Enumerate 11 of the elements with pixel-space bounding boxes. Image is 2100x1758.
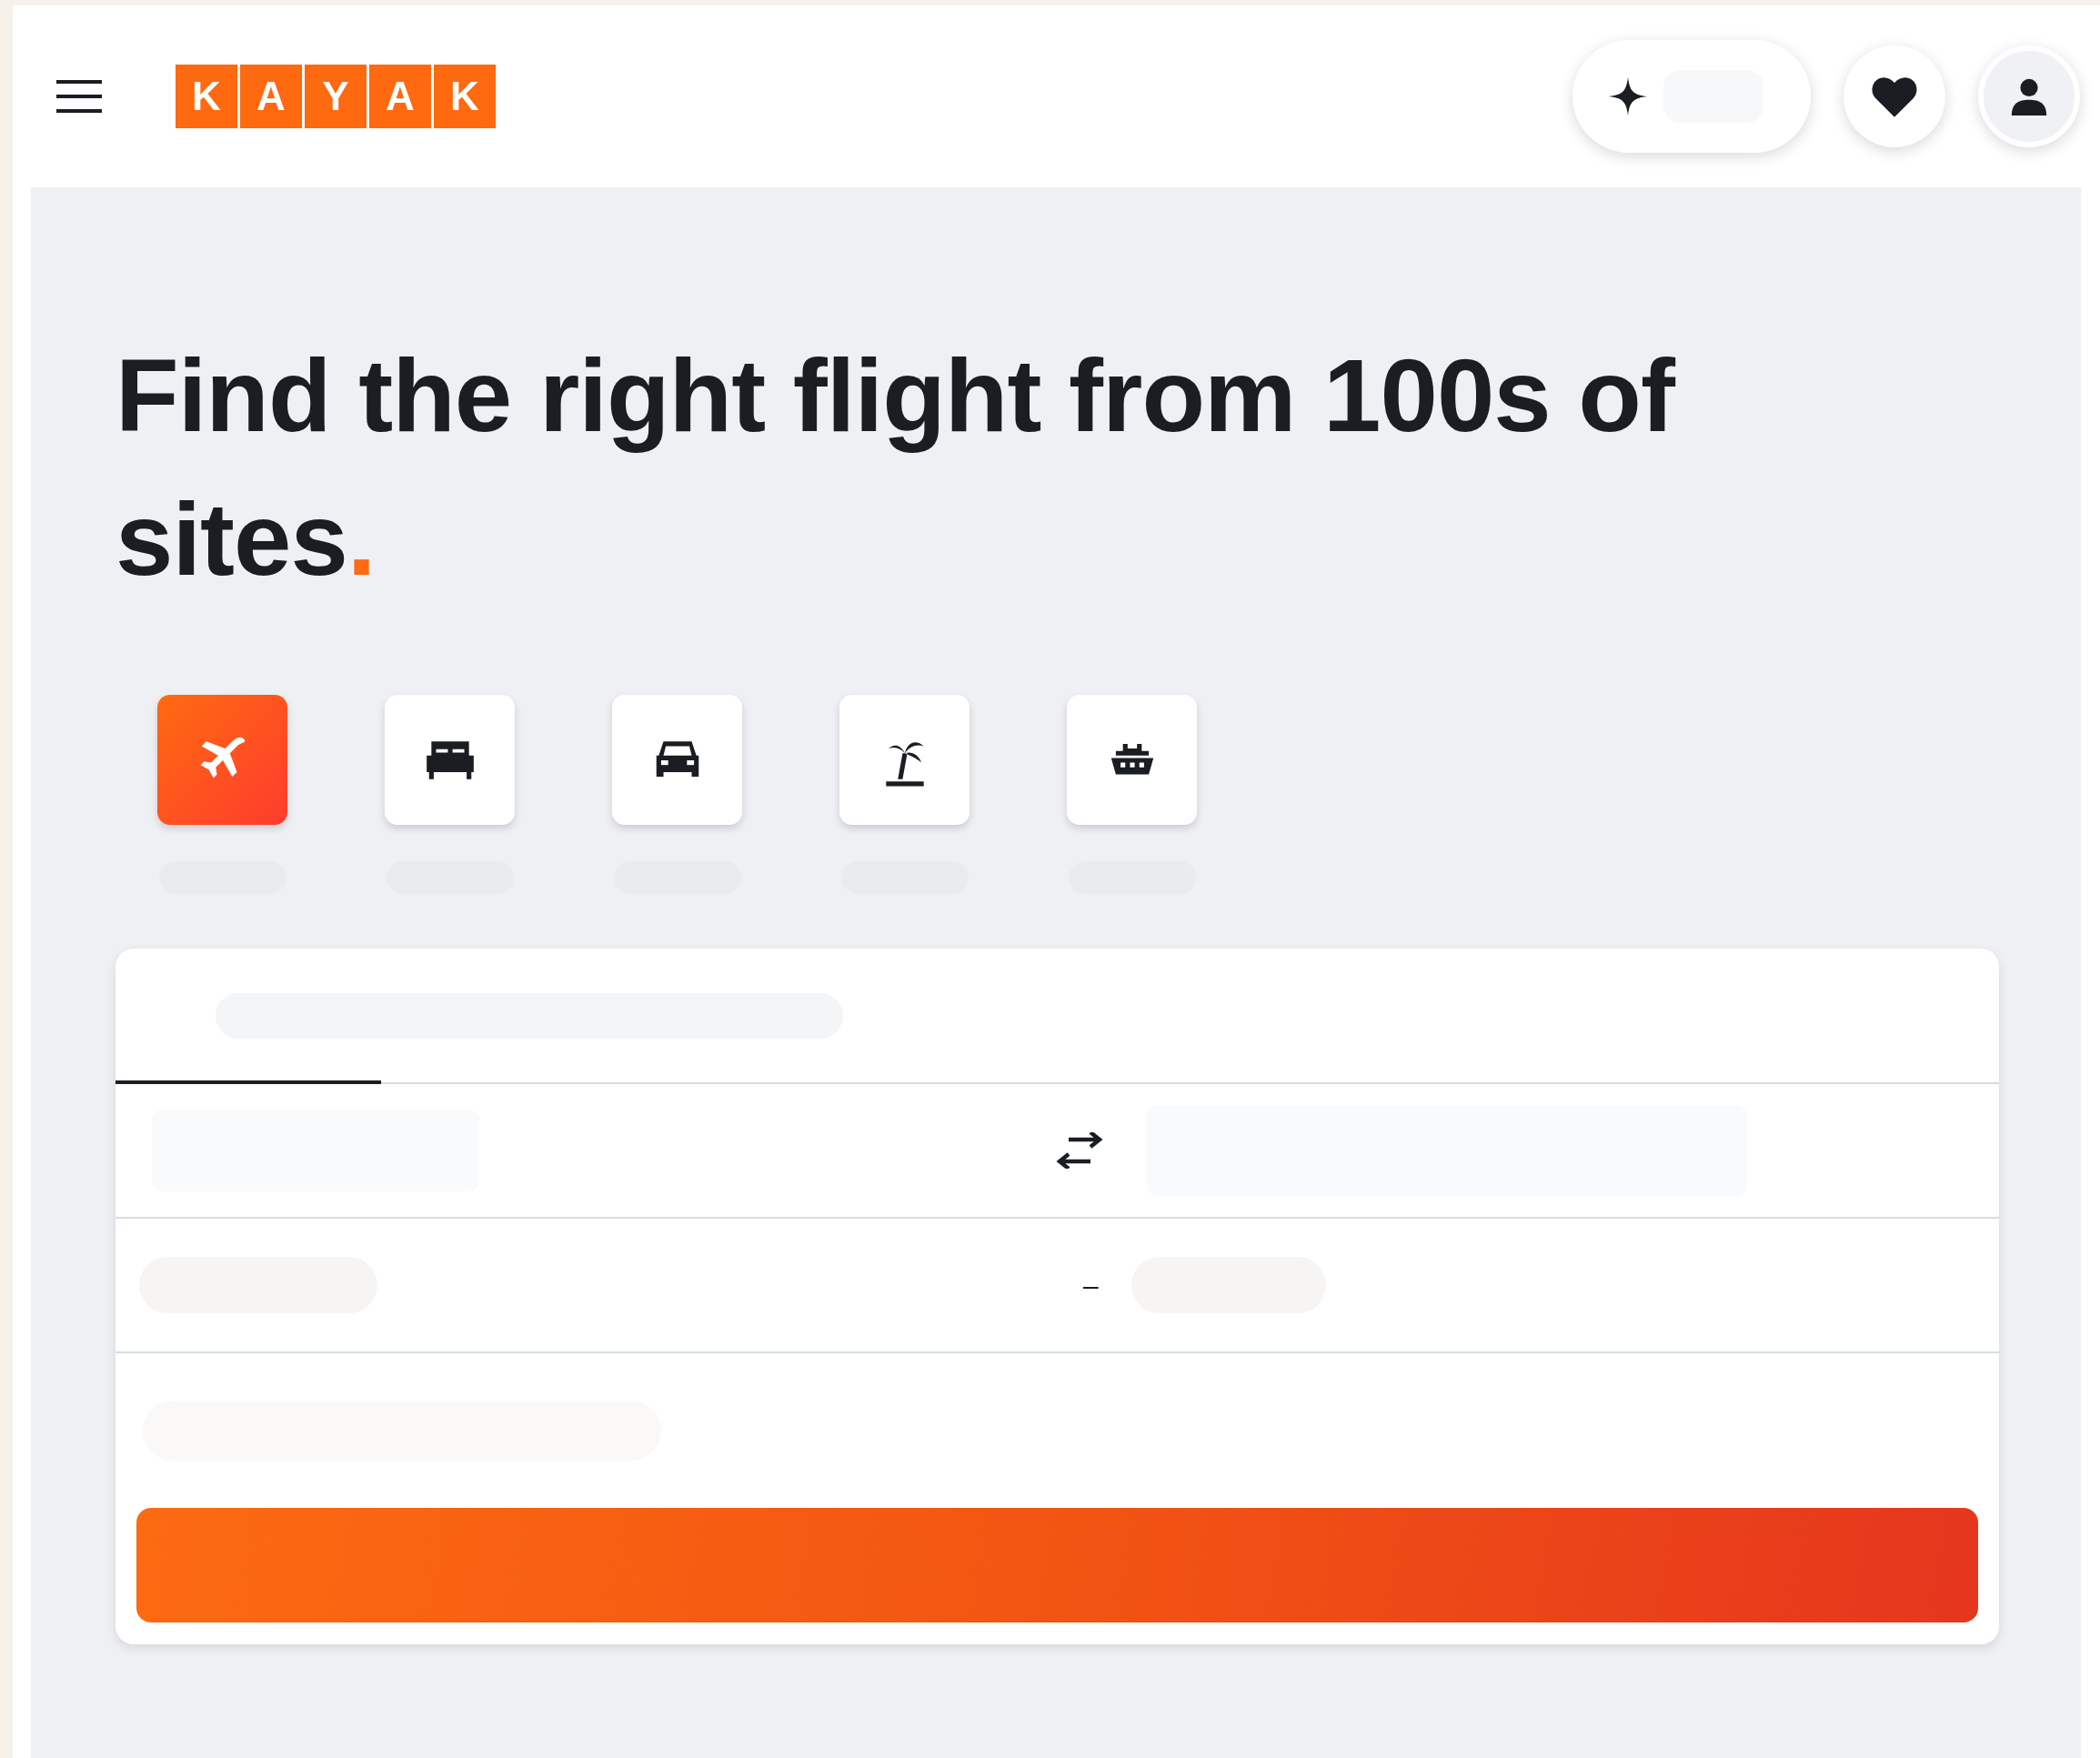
vertical-tab[interactable] xyxy=(612,695,742,825)
date-separator: – xyxy=(1083,1269,1099,1302)
vertical-tab[interactable] xyxy=(385,695,515,825)
vertical-tab[interactable] xyxy=(1067,695,1197,825)
headline-accent: . xyxy=(347,481,376,597)
swap-icon[interactable] xyxy=(1054,1132,1105,1169)
heart-icon xyxy=(1871,75,1918,117)
headline: Find the right flight from 100s of sites. xyxy=(116,337,1677,598)
kayak-logo[interactable]: K A Y A K xyxy=(176,65,496,128)
vertical-tab[interactable] xyxy=(839,695,970,825)
menu-icon[interactable] xyxy=(55,78,104,115)
